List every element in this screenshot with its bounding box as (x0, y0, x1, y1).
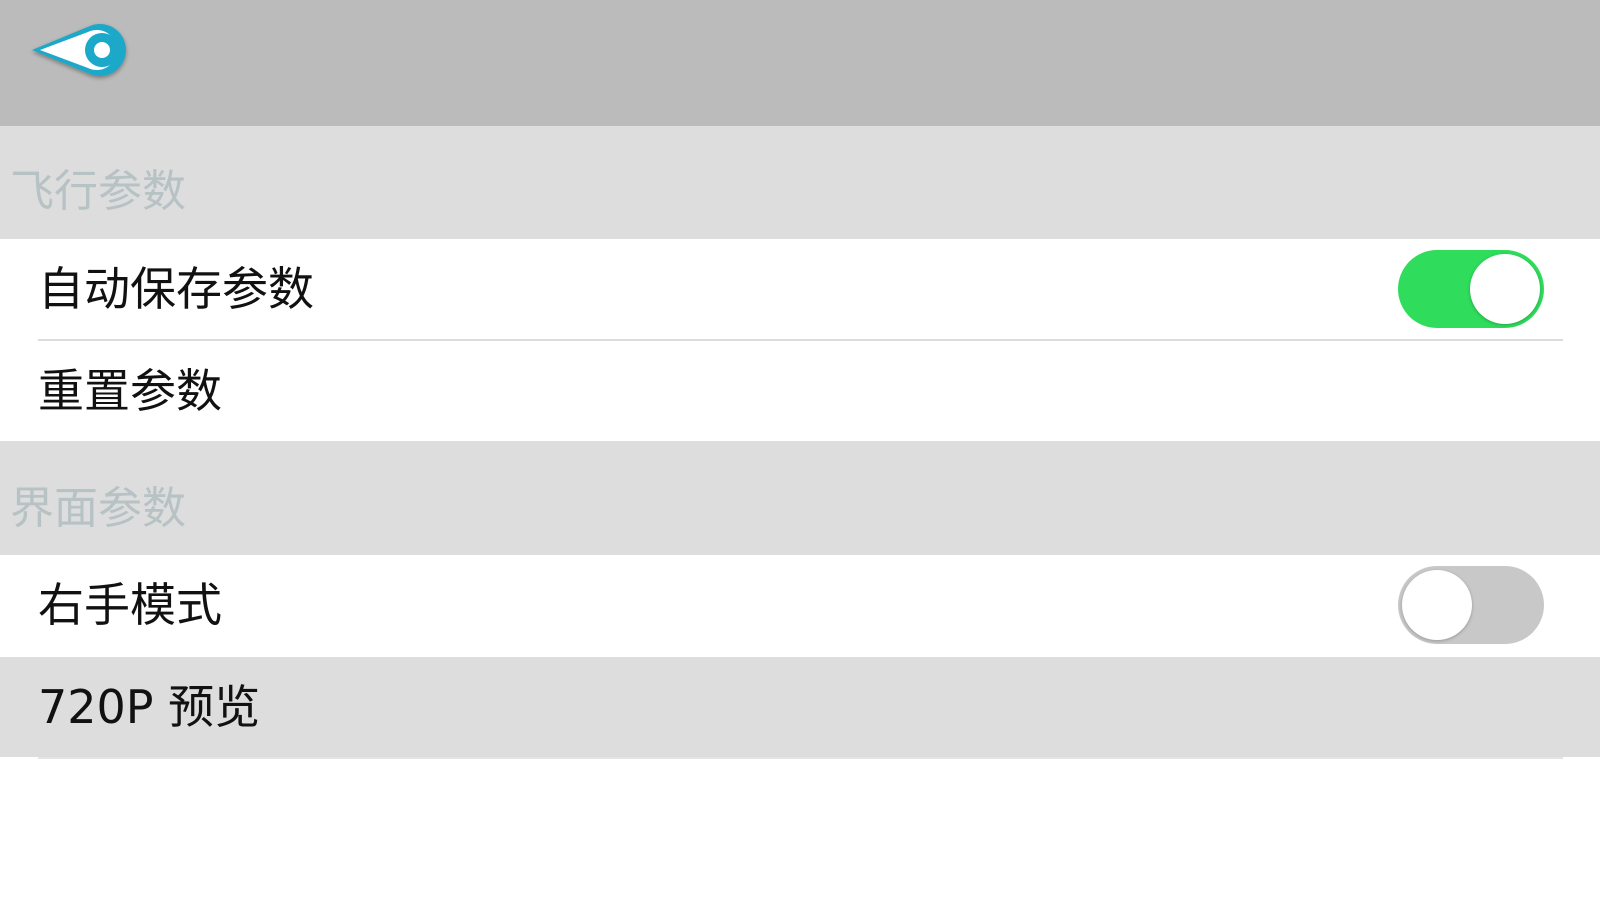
row-label: 右手模式 (38, 578, 222, 632)
row-label: 自动保存参数 (38, 262, 314, 316)
divider (38, 757, 1563, 759)
section-header-interface: 界面参数 (0, 441, 1600, 555)
section-header-flight: 飞行参数 (0, 126, 1600, 239)
auto-save-toggle[interactable] (1398, 250, 1544, 328)
back-button[interactable] (28, 12, 140, 88)
list-item-auto-save-params[interactable]: 自动保存参数 (0, 239, 1600, 339)
list-item-720p-preview[interactable]: 720P 预览 (0, 657, 1600, 757)
top-bar (0, 0, 1600, 126)
toggle-knob (1402, 570, 1472, 640)
section-title: 界面参数 (10, 483, 186, 534)
list-item-right-hand-mode[interactable]: 右手模式 (0, 555, 1600, 655)
row-label: 重置参数 (38, 364, 222, 418)
back-arrow-circle-icon (32, 24, 126, 77)
list-item-reset-params[interactable]: 重置参数 (0, 341, 1600, 441)
row-label: 720P 预览 (38, 680, 261, 734)
right-hand-mode-toggle[interactable] (1398, 566, 1544, 644)
toggle-knob (1470, 254, 1540, 324)
section-title: 飞行参数 (10, 166, 186, 217)
